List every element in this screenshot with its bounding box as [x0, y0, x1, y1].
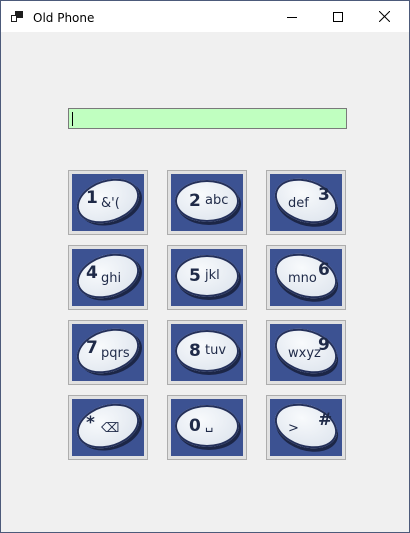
minimize-icon — [287, 16, 297, 18]
key-face: * ⌫ — [72, 399, 144, 456]
key-letters: jkl — [205, 268, 220, 283]
key-zero-button[interactable]: 0 ␣ — [167, 395, 247, 460]
close-button[interactable] — [361, 1, 407, 32]
key-letters: mno — [288, 271, 317, 286]
key-two-button[interactable]: 2 abc — [167, 170, 247, 235]
key-digit: 6 — [318, 260, 330, 280]
key-letters: pqrs — [101, 346, 130, 361]
key-digit: 0 — [189, 416, 201, 436]
key-eight-button[interactable]: 8 tuv — [167, 320, 247, 385]
key-face: 0 ␣ — [171, 399, 243, 456]
app-icon — [11, 11, 23, 22]
key-letters: wxyz — [288, 346, 321, 361]
key-nine-button[interactable]: 9 wxyz — [266, 320, 346, 385]
key-one-button[interactable]: 1 &'( — [68, 170, 148, 235]
key-digit: 5 — [189, 266, 201, 286]
window-title: Old Phone — [33, 11, 95, 25]
key-digit: * — [86, 413, 95, 433]
key-digit: 2 — [189, 191, 201, 211]
maximize-button[interactable] — [315, 1, 361, 32]
key-star-button[interactable]: * ⌫ — [68, 395, 148, 460]
key-hash-button[interactable]: # > — [266, 395, 346, 460]
close-icon — [378, 11, 390, 22]
key-face: 3 def — [270, 174, 342, 231]
key-digit: 1 — [86, 188, 98, 208]
key-digit: 4 — [86, 263, 98, 283]
app-window: Old Phone 1 &'( 2 abc 3 def 4 ghi 5 jkl 6 mno 7 pqrs 8… — [0, 0, 410, 533]
key-five-button[interactable]: 5 jkl — [167, 245, 247, 310]
key-digit: 3 — [318, 185, 330, 205]
title-bar[interactable]: Old Phone — [1, 1, 409, 32]
minimize-button[interactable] — [269, 1, 315, 32]
key-face: 4 ghi — [72, 249, 144, 306]
key-face: 8 tuv — [171, 324, 243, 381]
key-face: # > — [270, 399, 342, 456]
key-six-button[interactable]: 6 mno — [266, 245, 346, 310]
key-face: 6 mno — [270, 249, 342, 306]
key-face: 2 abc — [171, 174, 243, 231]
number-display-field[interactable] — [68, 108, 347, 129]
key-letters: def — [288, 196, 309, 211]
key-digit: 7 — [86, 338, 98, 358]
key-four-button[interactable]: 4 ghi — [68, 245, 148, 310]
text-caret — [72, 112, 73, 126]
key-digit: 8 — [189, 341, 201, 361]
key-face: 9 wxyz — [270, 324, 342, 381]
key-three-button[interactable]: 3 def — [266, 170, 346, 235]
key-letters: ghi — [101, 271, 122, 286]
key-digit: # — [318, 410, 333, 430]
key-face: 5 jkl — [171, 249, 243, 306]
key-seven-button[interactable]: 7 pqrs — [68, 320, 148, 385]
key-letters: tuv — [205, 343, 227, 358]
maximize-icon — [333, 11, 343, 22]
key-letters: &'( — [101, 196, 120, 211]
key-letters: > — [288, 421, 299, 436]
key-letters: abc — [205, 193, 229, 208]
key-face: 1 &'( — [72, 174, 144, 231]
key-letters: ⌫ — [101, 421, 120, 436]
key-letters: ␣ — [205, 418, 214, 433]
key-face: 7 pqrs — [72, 324, 144, 381]
